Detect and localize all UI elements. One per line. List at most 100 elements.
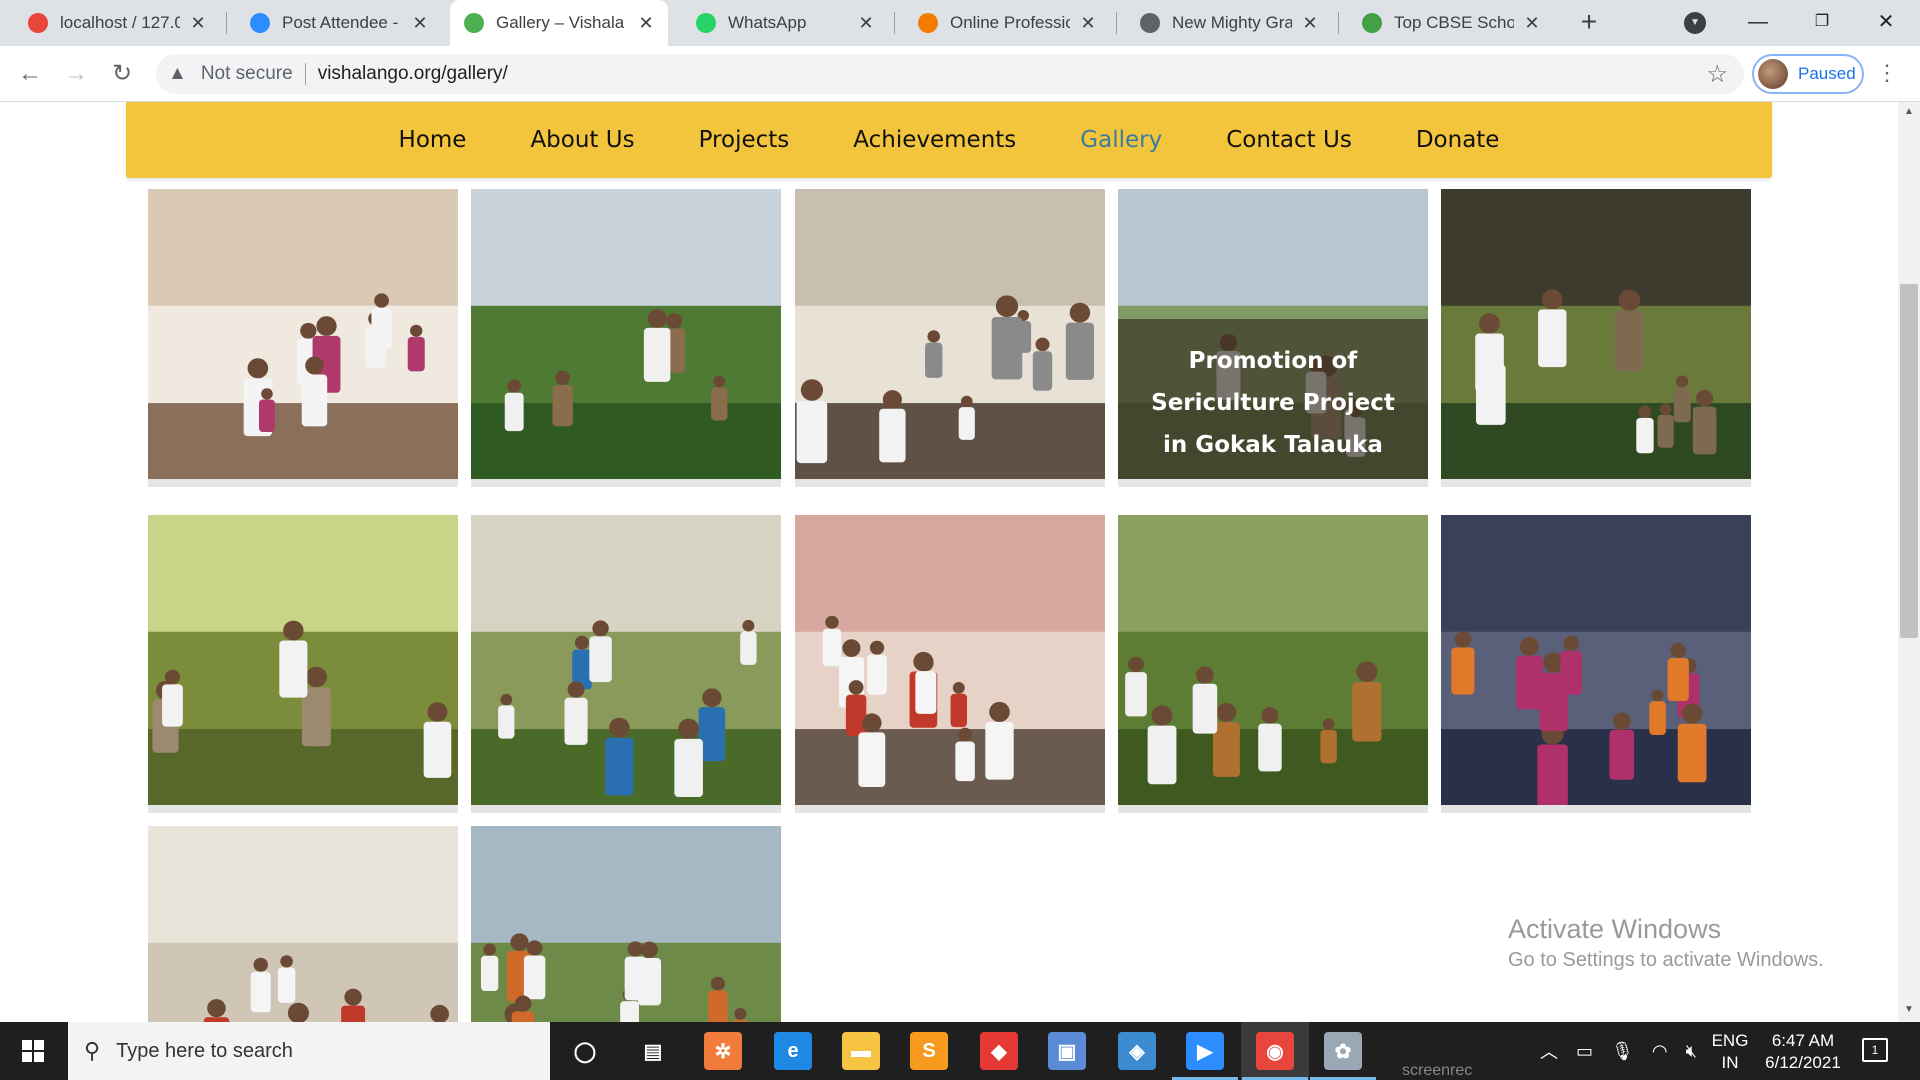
avatar: [1758, 59, 1788, 89]
pma-icon: [28, 13, 48, 33]
cortana-icon[interactable]: ◯: [566, 1032, 604, 1070]
tab-close-icon[interactable]: ✕: [1078, 13, 1098, 34]
tab-close-icon[interactable]: ✕: [188, 13, 208, 34]
omnibox-divider: [304, 63, 306, 85]
gallery-photo-silkworm-rearing-shed[interactable]: [1441, 189, 1751, 487]
tab-title: Online Professional: [950, 13, 1070, 32]
nav-link-projects[interactable]: Projects: [667, 127, 822, 153]
clock-time: 6:47 AM: [1771, 1031, 1835, 1050]
tab-title: Post Attendee - Zoom: [282, 13, 402, 32]
tab-search-icon[interactable]: ▼: [1684, 12, 1706, 34]
gallery-photo-crop-field-group[interactable]: [471, 189, 781, 487]
photo-image: [795, 189, 1105, 479]
watermark-subtitle: Go to Settings to activate Windows.: [1508, 949, 1824, 971]
chevron-up-icon[interactable]: ︿: [1540, 1038, 1558, 1064]
tab-whatsapp[interactable]: WhatsApp ✕: [682, 0, 888, 46]
taskbar-clock[interactable]: 6:47 AM 6/12/2021: [1754, 1030, 1852, 1074]
sublime-text-icon[interactable]: S: [910, 1032, 948, 1070]
gallery-photo-womens-circle-meeting[interactable]: [1441, 515, 1751, 813]
nav-link-gallery[interactable]: Gallery: [1048, 127, 1194, 153]
back-arrow-icon[interactable]: ←: [12, 56, 48, 92]
url-text[interactable]: vishalango.org/gallery/: [318, 63, 508, 85]
tab-separator: [1116, 12, 1117, 34]
tab-close-icon[interactable]: ✕: [1522, 13, 1542, 34]
minimize-button[interactable]: —: [1738, 4, 1778, 40]
tab-online[interactable]: Online Professional ✕: [904, 0, 1110, 46]
photo-gallery: Promotion of Sericulture Project in Goka…: [0, 102, 1920, 1022]
wifi-icon[interactable]: ◠: [1652, 1041, 1668, 1062]
taskbar-search-box[interactable]: ⚲ Type here to search: [68, 1022, 550, 1080]
close-window-button[interactable]: ✕: [1866, 4, 1906, 40]
tab-separator: [1338, 12, 1339, 34]
notification-center-icon[interactable]: 1: [1862, 1038, 1888, 1062]
anydesk-icon[interactable]: ◆: [980, 1032, 1018, 1070]
search-icon: ⚲: [84, 1038, 101, 1063]
security-status[interactable]: Not secure: [201, 63, 293, 85]
gallery-photo-sericulture-field[interactable]: Promotion of Sericulture Project in Goka…: [1118, 189, 1428, 487]
nav-link-about-us[interactable]: About Us: [498, 127, 666, 153]
microphone-icon[interactable]: 🎙︎: [1611, 1041, 1634, 1062]
start-button[interactable]: [0, 1022, 66, 1080]
edge-icon[interactable]: e: [774, 1032, 812, 1070]
remote-desktop-icon[interactable]: ▣: [1048, 1032, 1086, 1070]
nav-link-home[interactable]: Home: [367, 127, 499, 153]
tab-close-icon[interactable]: ✕: [636, 13, 656, 34]
reload-icon[interactable]: ↻: [104, 56, 140, 92]
tab-pma[interactable]: localhost / 127.0.0 ✕: [14, 0, 220, 46]
nav-link-donate[interactable]: Donate: [1384, 127, 1532, 153]
photo-image: [148, 515, 458, 805]
gallery-photo-group-line-outdoor[interactable]: [471, 826, 781, 1022]
region-code: IN: [1721, 1053, 1739, 1072]
nav-link-achievements[interactable]: Achievements: [821, 127, 1048, 153]
tab-close-icon[interactable]: ✕: [856, 13, 876, 34]
tab-globe[interactable]: New Mighty Grace ✕: [1126, 0, 1332, 46]
new-tab-button[interactable]: +: [1572, 6, 1606, 40]
tab-close-icon[interactable]: ✕: [410, 13, 430, 34]
bookmark-star-icon[interactable]: ☆: [1706, 60, 1728, 89]
scrollbar-thumb[interactable]: [1900, 284, 1918, 638]
photo-image: [148, 189, 458, 479]
profile-status-label: Paused: [1798, 64, 1856, 83]
gallery-photo-banner-outdoor-talk[interactable]: [1118, 515, 1428, 813]
scroll-up-arrow-icon[interactable]: ▲: [1898, 106, 1920, 117]
xampp-icon[interactable]: ✲: [704, 1032, 742, 1070]
tab-title: Gallery – Vishala: [496, 13, 625, 32]
gallery-photo-meeting-hall-banner[interactable]: [148, 189, 458, 487]
paint-icon[interactable]: ✿: [1324, 1032, 1362, 1070]
nav-link-contact-us[interactable]: Contact Us: [1194, 127, 1384, 153]
gallery-photo-temple-porch-meeting[interactable]: [148, 826, 458, 1022]
tab-close-icon[interactable]: ✕: [1300, 13, 1320, 34]
tab-vishala[interactable]: Gallery – Vishala ✕: [450, 0, 668, 46]
kebab-menu-icon[interactable]: ⋮: [1876, 60, 1898, 86]
volume-muted-icon[interactable]: 🔇︎: [1686, 1041, 1697, 1062]
task-view-icon[interactable]: ▤: [634, 1032, 672, 1070]
profile-button[interactable]: Paused: [1752, 54, 1864, 94]
watermark-title: Activate Windows: [1508, 914, 1722, 944]
tab-cbse[interactable]: Top CBSE School ✕: [1348, 0, 1554, 46]
language-indicator[interactable]: ENG IN: [1710, 1030, 1750, 1074]
page-scrollbar[interactable]: ▲ ▼: [1898, 102, 1920, 1022]
gallery-photo-water-drums-farm[interactable]: [471, 515, 781, 813]
chrome-icon[interactable]: ◉: [1256, 1032, 1294, 1070]
git-icon[interactable]: ◈: [1118, 1032, 1156, 1070]
tab-zoom[interactable]: Post Attendee - Zoom ✕: [236, 0, 442, 46]
taskbar-search-placeholder: Type here to search: [116, 1039, 293, 1062]
gallery-photo-village-gathering[interactable]: [795, 515, 1105, 813]
zoom-icon[interactable]: ▶: [1186, 1032, 1224, 1070]
warning-triangle-icon[interactable]: ▲: [168, 63, 187, 85]
photo-hover-caption[interactable]: Promotion of Sericulture Project in Goka…: [1118, 319, 1428, 479]
restore-button[interactable]: ❐: [1802, 4, 1842, 40]
photo-caption-text: Promotion of Sericulture Project in Goka…: [1151, 348, 1395, 458]
system-tray: ︿ ▭ 🎙︎ ◠ 🔇︎: [1540, 1022, 1697, 1080]
forward-arrow-icon[interactable]: →: [58, 56, 94, 92]
online-icon: [918, 13, 938, 33]
gallery-photo-coconut-grove-pair[interactable]: [148, 515, 458, 813]
scroll-down-arrow-icon[interactable]: ▼: [1898, 1004, 1920, 1015]
battery-icon[interactable]: ▭: [1576, 1041, 1593, 1062]
address-bar[interactable]: ▲ Not secure vishalango.org/gallery/ ☆: [156, 54, 1744, 94]
screenrec-label: screenrec: [1402, 1062, 1473, 1079]
file-explorer-icon[interactable]: ▬: [842, 1032, 880, 1070]
browser-toolbar: ← → ↻ ▲ Not secure vishalango.org/galler…: [0, 46, 1920, 102]
photo-image: [1441, 189, 1751, 479]
gallery-photo-indoor-presentation[interactable]: [795, 189, 1105, 487]
